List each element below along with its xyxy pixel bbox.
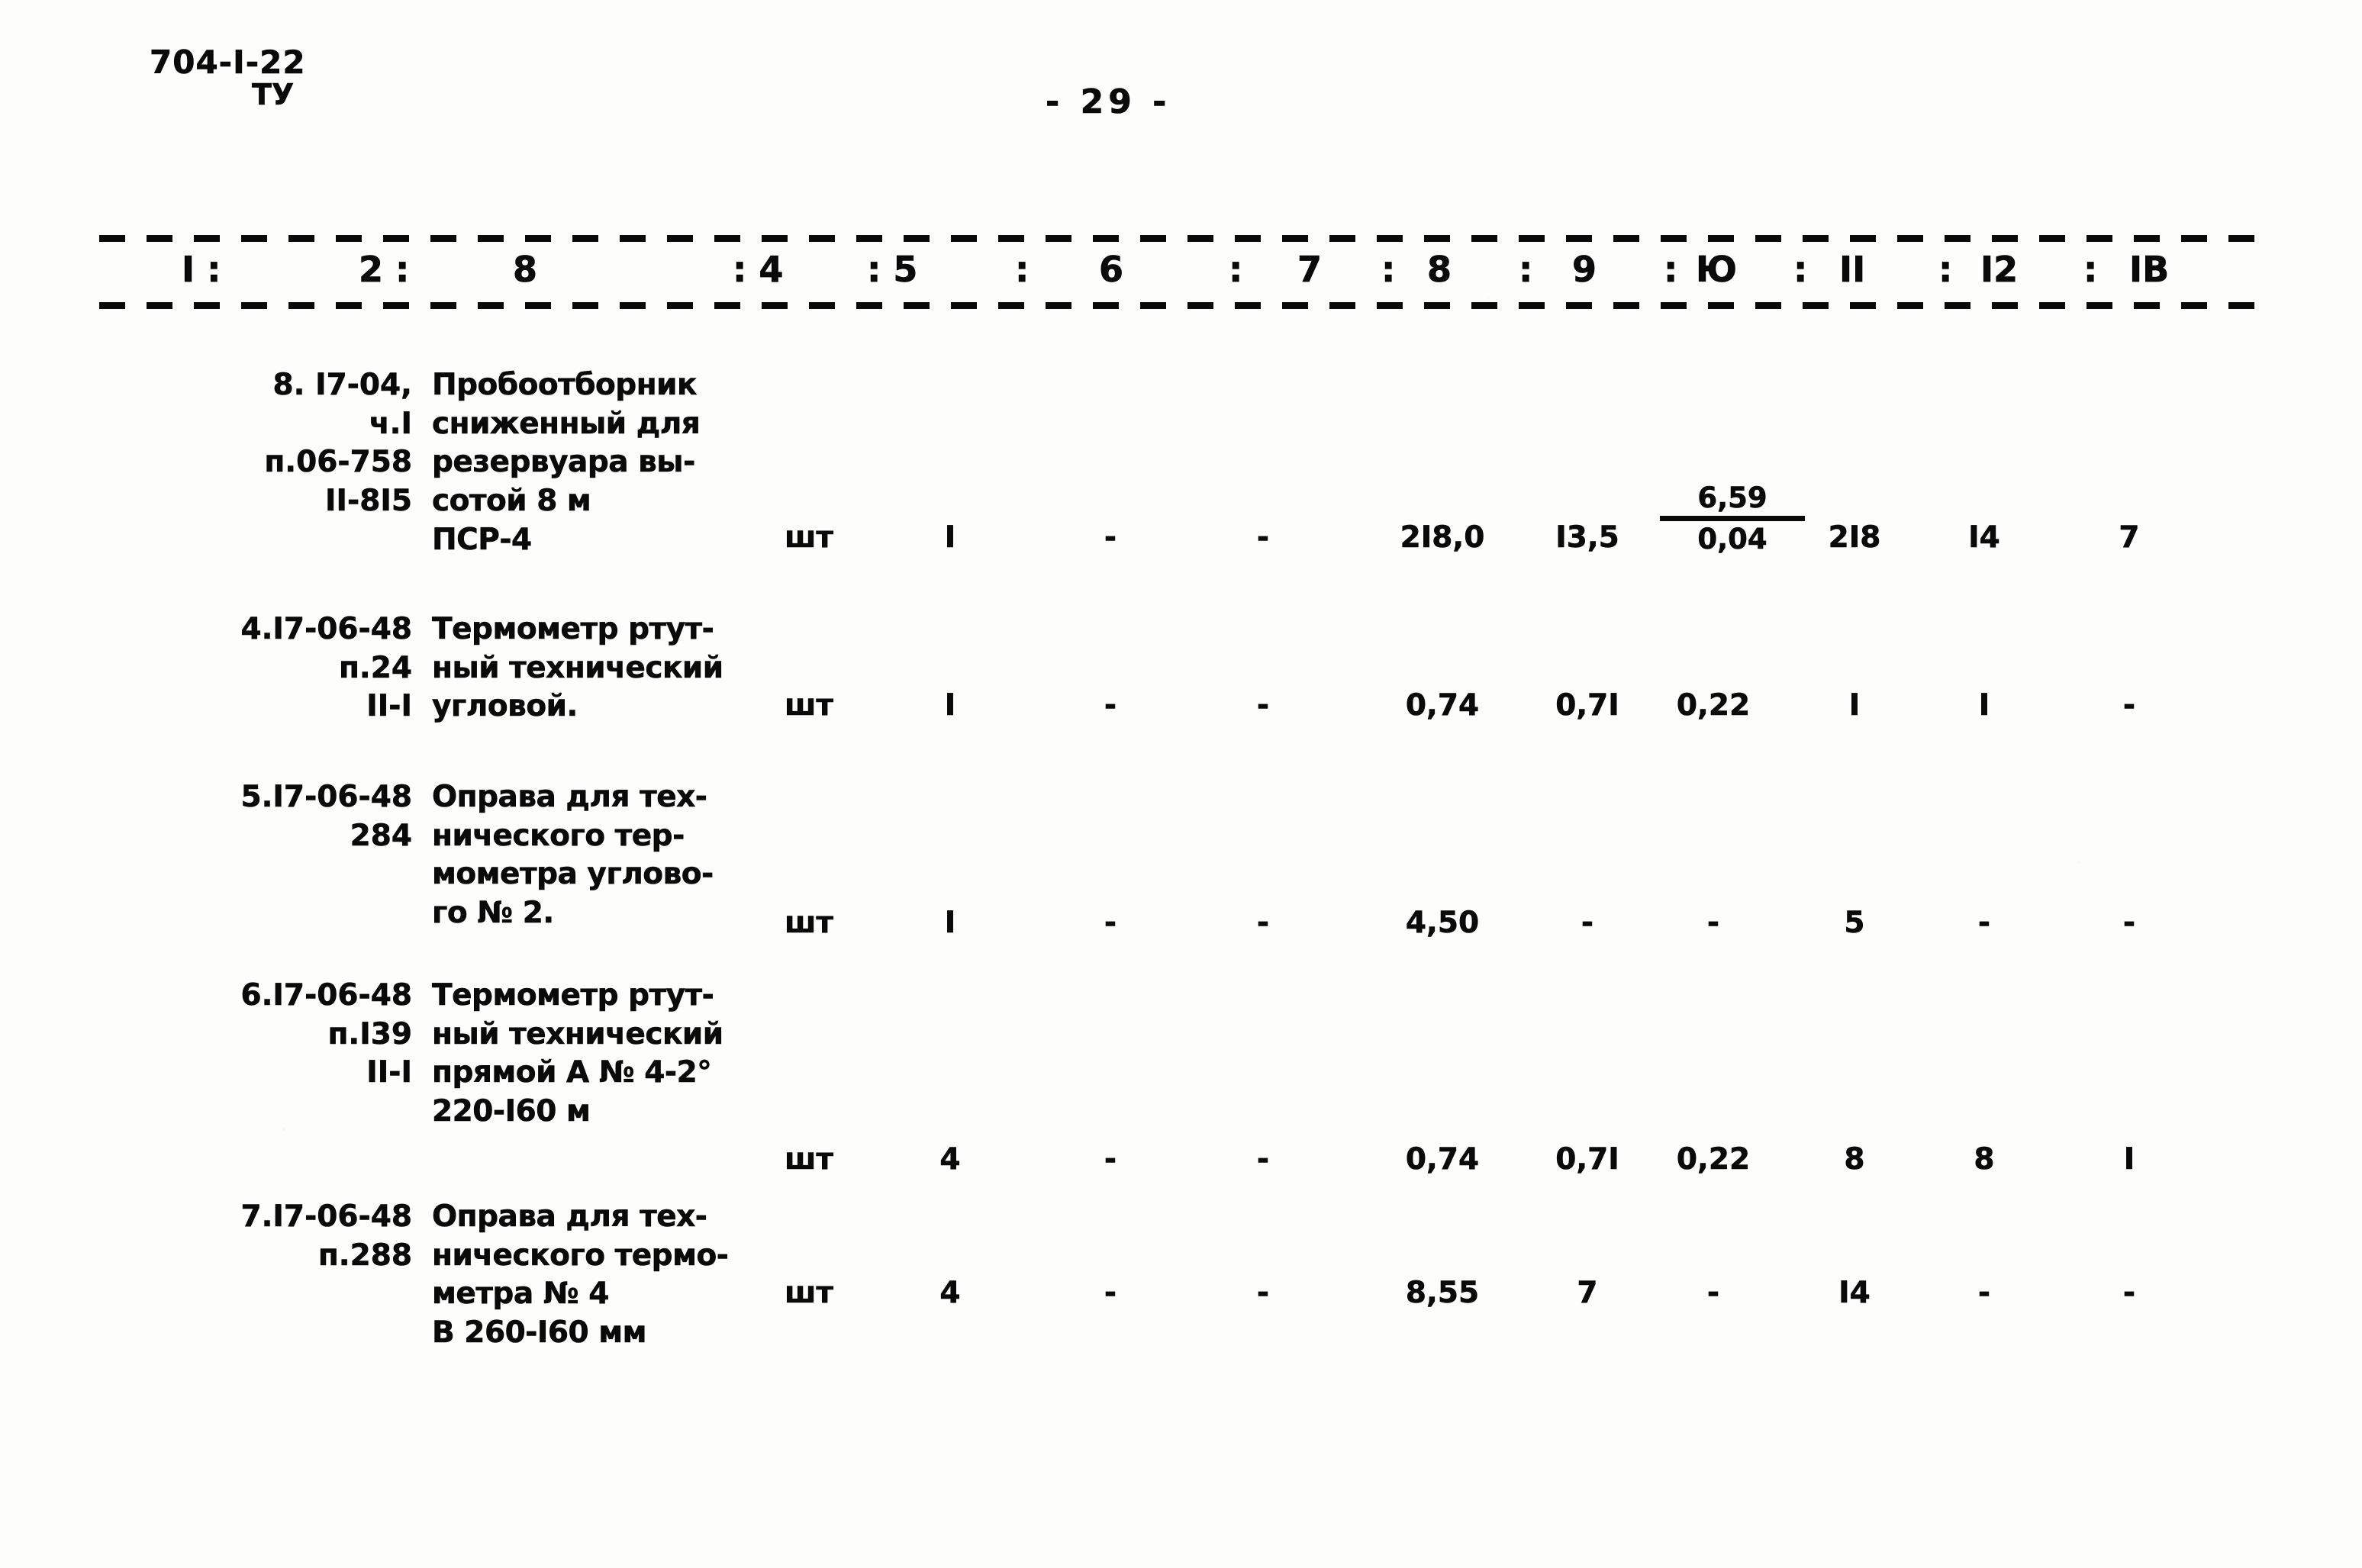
cell-c11: -	[2122, 906, 2136, 941]
cell-code: 5.I7-06-48 284	[240, 780, 412, 853]
fraction-denominator: 0,04	[1697, 523, 1767, 556]
cell-c5: -	[1256, 520, 1270, 555]
cell-code: 8. I7-04, ч.I п.06-758 II-8I5	[264, 368, 412, 519]
cell-c11: -	[2122, 1276, 2136, 1311]
cell-description: Оправа для тех- нического термо- метра №…	[432, 1199, 730, 1351]
cell-code: 6.I7-06-48 п.I39 II-I	[240, 978, 412, 1090]
fraction-numerator: 6,59	[1697, 481, 1767, 514]
cell-description: Термометр ртут- ный технический угловой.	[432, 612, 724, 724]
cell-c5: -	[1256, 1142, 1270, 1177]
cell-c7: I3,5	[1555, 520, 1619, 555]
cell-c11: -	[2122, 688, 2136, 723]
cell-c5: -	[1256, 1276, 1270, 1311]
fraction-bar	[1660, 516, 1805, 522]
cell-c11: I	[2123, 1142, 2135, 1177]
cell-description: Оправа для тех- нического тер- мометра у…	[432, 780, 714, 931]
cell-c5: -	[1256, 688, 1270, 723]
cell-code: 7.I7-06-48 п.288	[240, 1199, 412, 1273]
cell-code: 4.I7-06-48 п.24 II-I	[240, 612, 412, 724]
table-body: 8. I7-04, ч.I п.06-758 II-8I5 Пробоотборн…	[0, 0, 2362, 1568]
cell-fraction: 6,59 0,04	[1660, 481, 1805, 556]
cell-description: Пробоотборник сниженный для резервуара в…	[432, 368, 701, 557]
document-page: 704-I-22 ТУ - 29 - I :2 :8: 4: 5:6:7:8:9…	[0, 0, 2362, 1568]
cell-description: Термометр ртут- ный технический прямой А…	[432, 978, 724, 1129]
cell-c5: -	[1256, 906, 1270, 941]
cell-c11: 7	[2119, 520, 2140, 555]
